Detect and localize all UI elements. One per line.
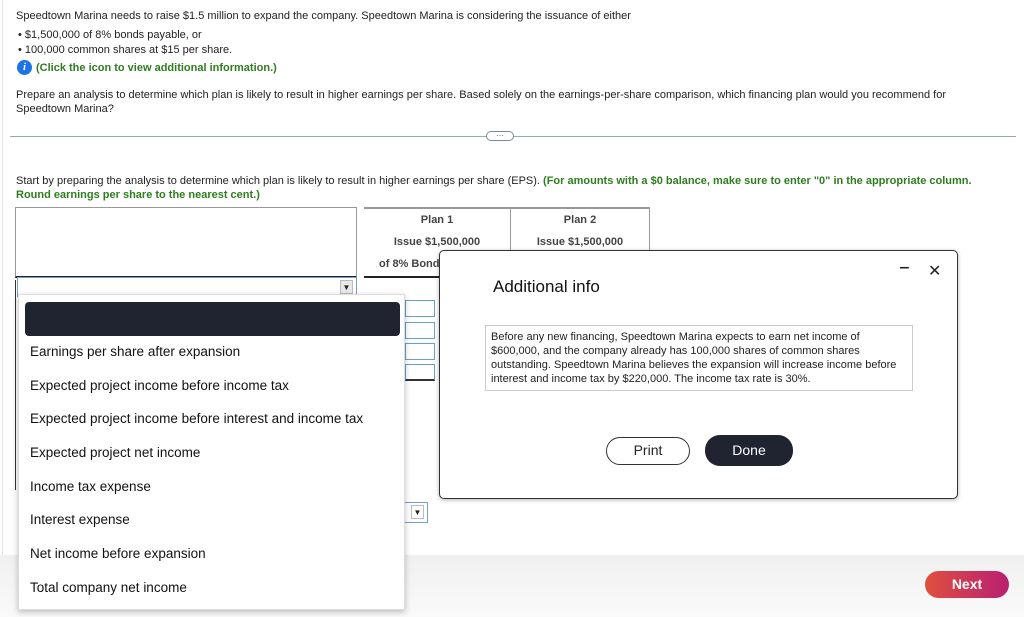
plan1-title: Plan 1 xyxy=(420,214,454,226)
close-icon[interactable]: ✕ xyxy=(928,261,941,281)
print-button[interactable]: Print xyxy=(606,437,690,465)
next-button[interactable]: Next xyxy=(925,571,1009,598)
info-icon[interactable]: i xyxy=(17,60,32,75)
bullet-2: • 100,000 common shares at $15 per share… xyxy=(18,44,233,56)
amount-input[interactable] xyxy=(405,343,435,360)
modal-body: Before any new financing, Speedtown Mari… xyxy=(485,325,913,391)
dropdown-option[interactable]: Interest expense xyxy=(30,512,130,527)
intro-text: Speedtown Marina needs to raise $1.5 mil… xyxy=(16,10,631,22)
bullet-text: 100,000 common shares at $15 per share. xyxy=(24,44,233,56)
amount-input[interactable] xyxy=(405,322,435,339)
dropdown-option[interactable]: Expected project net income xyxy=(30,445,200,460)
info-link[interactable]: (Click the icon to view additional infor… xyxy=(36,61,277,75)
instructions-note: (For amounts with a $0 balance, make sur… xyxy=(543,175,972,187)
modal-title: Additional info xyxy=(493,277,600,296)
chevron-down-icon: ▼ xyxy=(411,505,424,519)
dropdown-option[interactable]: Total company net income xyxy=(30,580,187,595)
instructions-text: Start by preparing the analysis to deter… xyxy=(16,175,540,187)
dropdown-option[interactable]: Income tax expense xyxy=(30,479,151,494)
dropdown-option[interactable]: Net income before expansion xyxy=(30,546,206,561)
bullet-text: $1,500,000 of 8% bonds payable, or xyxy=(24,29,202,41)
expand-toggle[interactable]: ··· xyxy=(486,131,514,141)
minimize-icon[interactable]: ‒ xyxy=(900,259,909,277)
instructions-note-2: Round earnings per share to the nearest … xyxy=(16,189,260,201)
dropdown-option[interactable]: Expected project income before interest … xyxy=(30,411,363,426)
label-header-cell xyxy=(15,207,357,278)
dropdown-option-blank[interactable] xyxy=(25,302,400,336)
table-left-border xyxy=(15,280,16,490)
dropdown-option[interactable]: Expected project income before income ta… xyxy=(30,378,289,393)
additional-info-modal: Additional info ‒ ✕ Before any new finan… xyxy=(439,250,958,499)
dropdown-option[interactable]: Earnings per share after expansion xyxy=(30,344,240,359)
prompt-text-2: Speedtown Marina? xyxy=(16,103,114,115)
prompt-text: Prepare an analysis to determine which p… xyxy=(16,89,946,101)
dropdown-list: Earnings per share after expansion Expec… xyxy=(18,294,405,610)
chevron-down-icon: ▼ xyxy=(340,280,353,294)
left-border xyxy=(2,0,3,555)
done-button[interactable]: Done xyxy=(705,435,793,466)
amount-input[interactable] xyxy=(405,300,435,317)
amount-input[interactable] xyxy=(405,364,435,381)
bullet-1: • $1,500,000 of 8% bonds payable, or xyxy=(18,29,202,41)
instructions: Start by preparing the analysis to deter… xyxy=(16,174,1016,188)
plan2-title: Plan 2 xyxy=(563,214,597,226)
